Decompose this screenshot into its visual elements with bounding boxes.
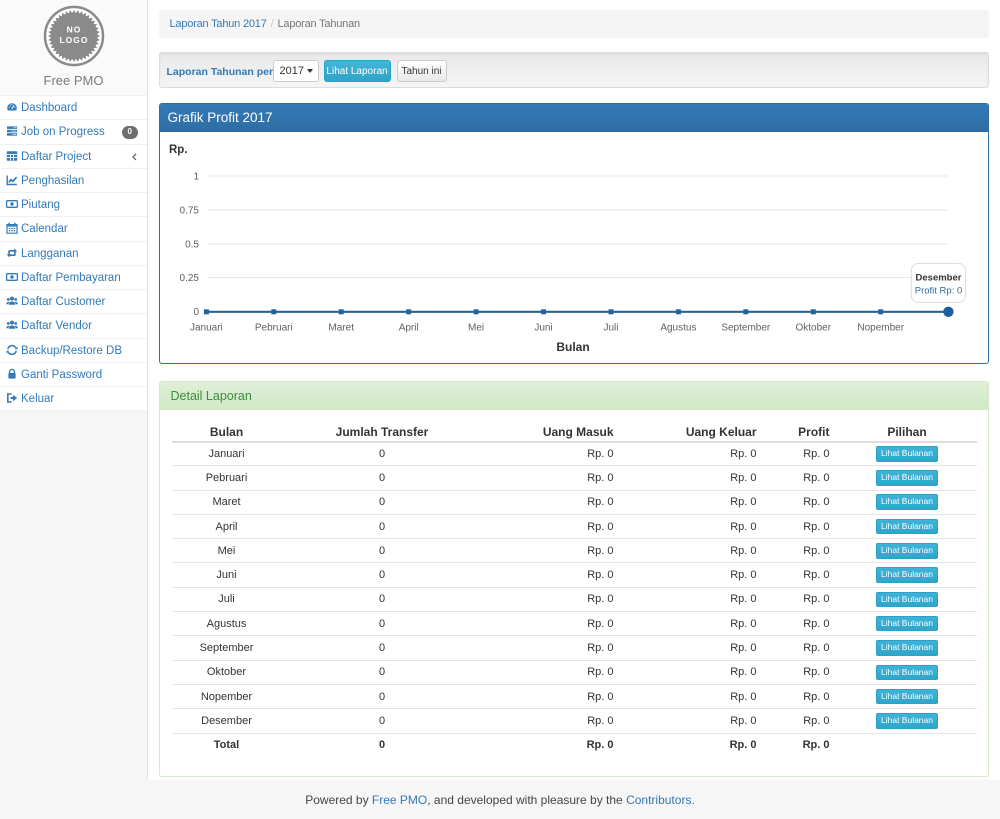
svg-text:0.75: 0.75 — [180, 206, 200, 217]
svg-text:Juli: Juli — [603, 323, 618, 334]
svg-text:April: April — [399, 323, 419, 334]
svg-text:0.25: 0.25 — [180, 273, 200, 284]
svg-text:September: September — [721, 323, 771, 334]
svg-text:Maret: Maret — [328, 323, 354, 334]
svg-text:Nopember: Nopember — [857, 323, 904, 334]
svg-text:Juni: Juni — [534, 323, 552, 334]
svg-text:Rp.: Rp. — [169, 144, 188, 156]
svg-text:Bulan: Bulan — [556, 340, 589, 354]
svg-text:NO: NO — [66, 25, 81, 35]
svg-text:Mei: Mei — [468, 323, 484, 334]
svg-text:0.5: 0.5 — [185, 240, 199, 251]
svg-text:LOGO: LOGO — [59, 35, 88, 45]
svg-text:Oktober: Oktober — [796, 323, 832, 334]
svg-text:Desember: Desember — [916, 273, 962, 284]
svg-text:Pebruari: Pebruari — [255, 323, 293, 334]
svg-text:Profit Rp: 0: Profit Rp: 0 — [915, 286, 963, 297]
svg-text:Januari: Januari — [190, 323, 223, 334]
svg-text:1: 1 — [193, 172, 199, 183]
svg-text:0: 0 — [193, 307, 199, 318]
svg-text:Agustus: Agustus — [660, 323, 696, 334]
